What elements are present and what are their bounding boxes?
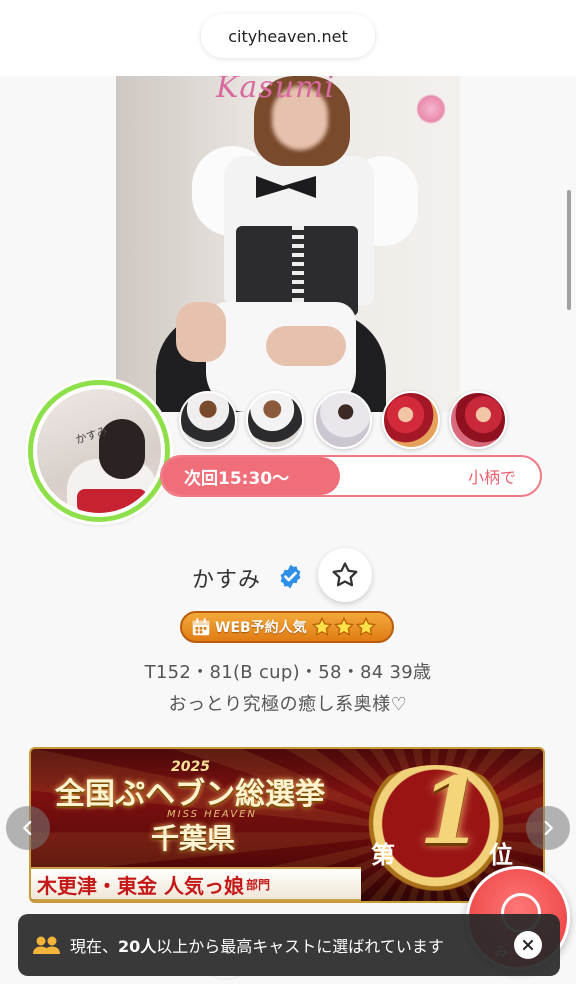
chevron-right-icon (544, 820, 553, 836)
people-icon (33, 936, 60, 954)
photo-thumbnail-4[interactable] (382, 391, 440, 449)
cast-name: かすみ (192, 568, 262, 593)
photo-thumbnail-5[interactable] (449, 391, 507, 449)
photo-thumbnail-1[interactable] (179, 391, 237, 449)
close-icon (522, 939, 534, 951)
cast-main-photo[interactable]: Kasumi (116, 76, 460, 412)
url-text: cityheaven.net (228, 26, 348, 46)
cast-avatar[interactable]: かすみ (28, 380, 170, 522)
name-row: かすみ (0, 548, 576, 602)
rank-number: 1 (419, 757, 484, 865)
banner-title: 全国ぷヘブン総選挙 (55, 777, 325, 812)
rank-suffix: 位 (489, 840, 513, 869)
verified-icon (280, 564, 301, 589)
next-time: 次回15:30〜 (184, 468, 290, 489)
url-bar[interactable]: cityheaven.net (201, 14, 375, 58)
star-icon (355, 616, 376, 636)
cast-stats: T152・81(B cup)・58・84 39歳 (144, 662, 432, 683)
cast-catchphrase: おっとり究極の癒し系奥様♡ (168, 694, 408, 715)
banner-area: 木更津・東金 人気っ娘 (37, 873, 244, 898)
star-icon (311, 616, 332, 636)
web-booking-popularity-badge: WEB予約人気 (180, 611, 394, 643)
next-schedule-bar[interactable]: 次回15:30〜 小柄で (160, 455, 542, 497)
photo-thumbnail-3[interactable] (314, 391, 372, 449)
scrollbar[interactable] (567, 190, 571, 310)
badge-label: WEB予約人気 (215, 620, 307, 636)
popularity-toast: 現在、20人以上から最高キャストに選ばれています (18, 914, 560, 976)
banner-year: 2025 (171, 759, 210, 775)
photo-thumbnail-2[interactable] (246, 391, 304, 449)
star-outline-icon (332, 562, 358, 587)
calendar-icon (192, 618, 210, 636)
award-banner[interactable]: 全国ぷヘブン総選挙 2025 MISS HEAVEN 千葉県 木更津・東金 人気… (29, 747, 545, 903)
rose-decoration (416, 94, 446, 124)
star-icon (333, 616, 354, 636)
feature-tag: 小柄で (468, 468, 517, 487)
toast-message: 現在、20人以上から最高キャストに選ばれています (70, 937, 444, 956)
next-time-pill: 次回15:30〜 (162, 457, 340, 495)
banner-category: 部門 (245, 877, 270, 892)
rank-prefix: 第 (371, 840, 395, 869)
page: cityheaven.net Kasumi かすみ 次回15:30〜 小柄で か… (0, 0, 576, 984)
favorite-button[interactable] (318, 548, 372, 602)
badge-stars (311, 616, 377, 638)
toast-close-button[interactable] (514, 931, 542, 959)
banner-prefecture: 千葉県 (151, 822, 236, 855)
photo-name-script: Kasumi (216, 76, 336, 105)
carousel-prev-button[interactable] (6, 806, 50, 850)
chevron-left-icon (23, 820, 32, 836)
banner-category-ribbon: 木更津・東金 人気っ娘 部門 (31, 867, 361, 901)
carousel-next-button[interactable] (526, 806, 570, 850)
